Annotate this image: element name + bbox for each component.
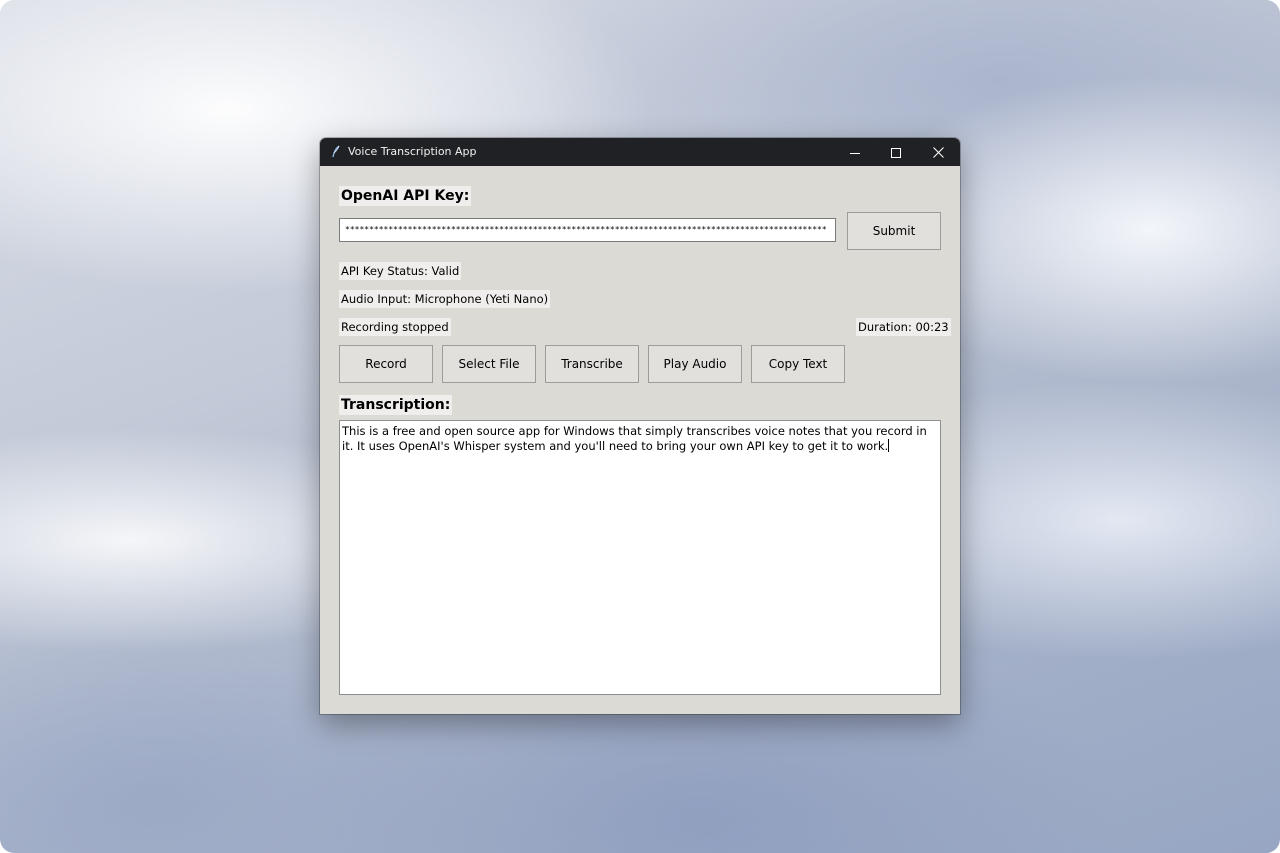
play-audio-button[interactable]: Play Audio — [648, 345, 742, 383]
audio-input-label: Audio Input: Microphone (Yeti Nano) — [339, 290, 551, 308]
feather-icon — [331, 144, 341, 158]
duration-label: Duration: 00:23 — [856, 318, 951, 336]
app-window: Voice Transcription App OpenAI API Key: … — [320, 138, 960, 714]
record-button[interactable]: Record — [339, 345, 433, 383]
title-bar[interactable]: Voice Transcription App — [320, 138, 960, 166]
desktop-background: Voice Transcription App OpenAI API Key: … — [0, 0, 1280, 853]
close-button[interactable] — [917, 138, 959, 166]
transcription-label: Transcription: — [339, 395, 453, 415]
maximize-icon — [891, 143, 901, 162]
recording-status: Recording stopped — [339, 318, 451, 336]
transcribe-button[interactable]: Transcribe — [545, 345, 639, 383]
minimize-icon — [850, 143, 860, 162]
api-key-label: OpenAI API Key: — [339, 186, 472, 206]
submit-button[interactable]: Submit — [847, 212, 941, 250]
transcription-textarea[interactable]: This is a free and open source app for W… — [339, 420, 941, 695]
api-key-status: API Key Status: Valid — [339, 262, 462, 280]
text-caret — [888, 439, 890, 452]
api-key-input[interactable]: ****************************************… — [339, 218, 836, 242]
maximize-button[interactable] — [875, 138, 917, 166]
select-file-button[interactable]: Select File — [442, 345, 536, 383]
transcription-text: This is a free and open source app for W… — [342, 424, 927, 453]
minimize-button[interactable] — [834, 138, 876, 166]
copy-text-button[interactable]: Copy Text — [751, 345, 845, 383]
close-icon — [932, 143, 944, 162]
window-title: Voice Transcription App — [348, 145, 477, 158]
window-content: OpenAI API Key: ************************… — [320, 166, 960, 714]
